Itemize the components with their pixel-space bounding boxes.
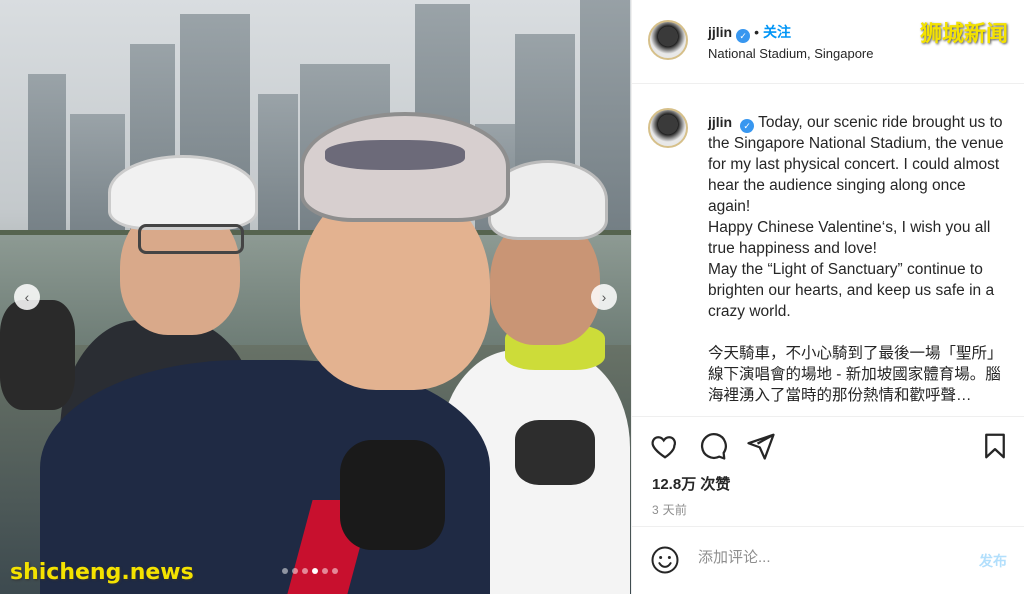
bookmark-icon[interactable] [980,431,1010,461]
separator-dot: • [754,24,760,40]
smiley-icon[interactable] [650,545,680,575]
username-link[interactable]: jjlin [708,24,732,40]
verified-badge-icon: ✓ [740,119,755,133]
right-cyclist-glove [515,420,595,485]
left-cyclist-glove [0,300,75,410]
post-timestamp[interactable]: 3 天前 [652,501,687,518]
watermark-cn: 狮城新闻 [919,22,1008,47]
location-link[interactable]: National Stadium, Singapore [708,46,874,61]
carousel-dot [332,568,338,574]
heart-icon[interactable] [650,431,680,461]
carousel-indicator [282,568,338,574]
carousel-dot [302,568,308,574]
caption-section: jjlin ✓ Today, our scenic ride brought us … [632,84,1024,416]
avatar[interactable] [648,108,688,148]
chevron-right-icon: › [601,289,607,305]
carousel-dot [292,568,298,574]
post-sidebar: jjlin ✓ • 关注 National Stadium, Singapore 狮城… [631,0,1024,594]
actions-section: 12.8万 次赞 3 天前 [632,416,1024,526]
comment-bar: 发布 [632,526,1024,594]
carousel-dot [282,568,288,574]
carousel-dot [322,568,328,574]
comment-input[interactable] [698,549,948,566]
center-cyclist-glove [340,440,445,550]
caption-text: jjlin ✓ Today, our scenic ride brought us … [708,112,1008,406]
left-cyclist-glasses [138,224,244,254]
like-count[interactable]: 12.8万 次赞 [652,473,730,494]
carousel-dot [312,568,318,574]
avatar[interactable] [648,20,688,60]
chevron-left-icon: ‹ [24,289,30,305]
caption-username-link[interactable]: jjlin [708,114,732,130]
caption-body: Today, our scenic ride brought us to the… [708,114,1004,404]
watermark-en: shicheng.news [10,560,194,585]
left-cyclist-helmet [108,155,258,230]
post-header: jjlin ✓ • 关注 National Stadium, Singapore 狮城… [632,0,1024,84]
header-user-line: jjlin ✓ • 关注 [708,22,791,43]
post-photo: ‹ › shicheng.news [0,0,631,594]
center-cyclist-visor [325,140,465,170]
comment-icon[interactable] [698,431,728,461]
verified-badge-icon: ✓ [736,29,751,43]
carousel-next-button[interactable]: › [591,284,617,310]
post-comment-button[interactable]: 发布 [979,551,1007,571]
carousel-prev-button[interactable]: ‹ [14,284,40,310]
paper-plane-icon[interactable] [746,431,776,461]
follow-button[interactable]: 关注 [763,24,791,40]
